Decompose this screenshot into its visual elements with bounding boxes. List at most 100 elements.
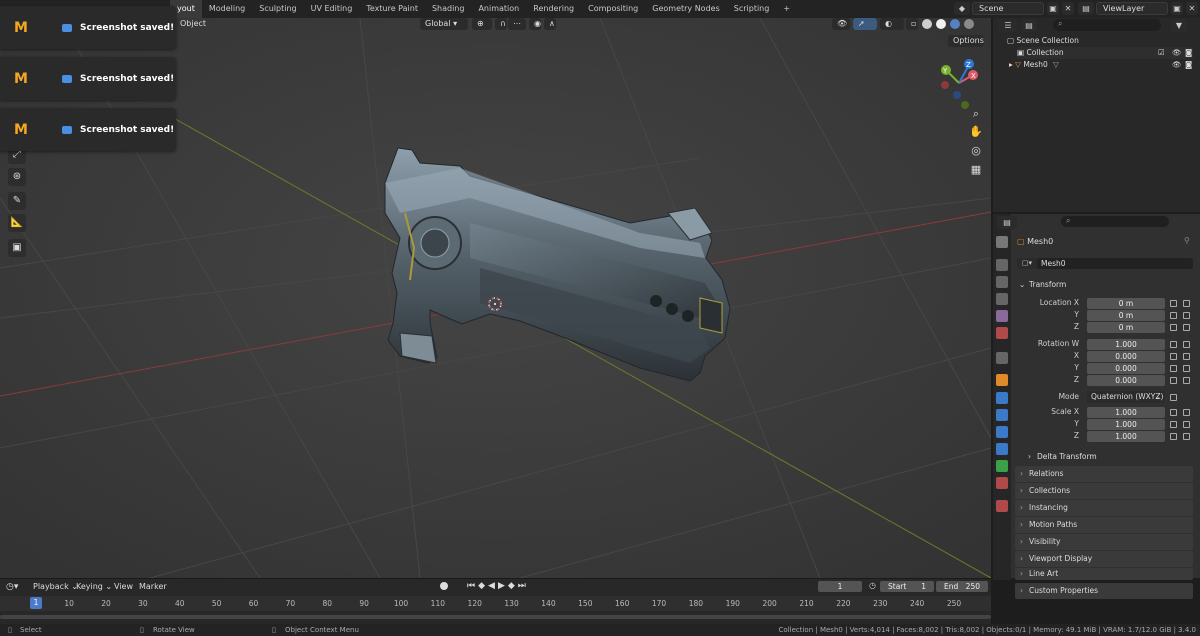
playback-menu[interactable]: Playback ⌄ <box>33 582 78 591</box>
checkbox-icon[interactable]: ☑ <box>1158 47 1165 59</box>
delete-scene-icon[interactable]: ✕ <box>1062 2 1074 15</box>
scene-selector-icon[interactable]: ◆ <box>954 2 970 15</box>
animate-icon[interactable] <box>1183 421 1190 428</box>
gizmo-toggle-icon[interactable]: ➚ <box>853 18 877 30</box>
toast-notification[interactable]: M Screenshot saved! <box>0 6 176 49</box>
object-browse-icon[interactable]: ▢▾ <box>1017 258 1037 269</box>
tab-shading[interactable]: Shading <box>425 0 472 18</box>
lock-icon[interactable] <box>1170 377 1177 384</box>
timeline-editor-icon[interactable]: ◷▾ <box>6 582 18 592</box>
animate-icon[interactable] <box>1183 312 1190 319</box>
data-tab-icon[interactable] <box>996 460 1008 472</box>
tab-rendering[interactable]: Rendering <box>526 0 581 18</box>
tab-scripting[interactable]: Scripting <box>727 0 777 18</box>
overlay-toggle-icon[interactable]: ◐ <box>880 18 904 30</box>
visibility-icon[interactable]: 👁 <box>832 18 850 30</box>
add-workspace-button[interactable]: + <box>776 0 797 18</box>
snap-target-icon[interactable]: ⋯ <box>508 18 526 30</box>
tab-compositing[interactable]: Compositing <box>581 0 645 18</box>
eye-icon[interactable]: 👁 <box>1172 59 1182 71</box>
tab-modeling[interactable]: Modeling <box>202 0 252 18</box>
animate-icon[interactable] <box>1183 433 1190 440</box>
animate-icon[interactable] <box>1170 394 1177 401</box>
object-menu[interactable]: Object <box>180 19 206 28</box>
measure-tool-icon[interactable]: 📐 <box>8 214 26 232</box>
view-layer-icon[interactable]: ▤ <box>1078 2 1094 15</box>
keying-menu[interactable]: Keying ⌄ <box>76 582 112 591</box>
pin-icon[interactable]: ⚲ <box>1184 236 1190 245</box>
playhead[interactable]: 1 <box>30 597 42 609</box>
solid-shading-icon[interactable] <box>936 19 946 29</box>
scale-z-field[interactable]: 1.000 <box>1087 431 1165 442</box>
current-frame-field[interactable]: 1 <box>818 581 862 592</box>
tab-sculpting[interactable]: Sculpting <box>252 0 303 18</box>
outliner-search-input[interactable]: ⌕ <box>1053 19 1161 31</box>
lock-icon[interactable] <box>1170 365 1177 372</box>
rotation-y-field[interactable]: 0.000 <box>1087 363 1165 374</box>
options-dropdown[interactable]: Options <box>948 35 984 47</box>
xray-icon[interactable]: ▫ <box>906 18 918 30</box>
lock-icon[interactable] <box>1170 341 1177 348</box>
proportional-edit-icon[interactable]: ◉ <box>529 18 541 30</box>
prev-keyframe-icon[interactable]: ◆ <box>478 581 488 591</box>
animate-icon[interactable] <box>1183 409 1190 416</box>
transform-panel-header[interactable]: ⌄ Transform <box>1015 278 1193 292</box>
camera-icon[interactable]: ◎ <box>968 143 984 159</box>
end-frame-field[interactable]: End 250 <box>936 581 988 592</box>
lock-icon[interactable] <box>1170 421 1177 428</box>
3d-viewport[interactable]: Object Global ▾ ⊕ ∩ ⋯ ◉ ∧ 👁 ➚ ◐ ▫ Option… <box>0 18 991 578</box>
tab-uv-editing[interactable]: UV Editing <box>304 0 360 18</box>
scene-name-field[interactable]: Scene <box>972 2 1044 15</box>
properties-search-input[interactable]: ⌕ <box>1061 216 1169 227</box>
pivot-icon[interactable]: ⊕ <box>472 18 492 30</box>
toast-notification[interactable]: M Screenshot saved! <box>0 57 176 100</box>
rotation-z-field[interactable]: 0.000 <box>1087 375 1165 386</box>
collections-panel-header[interactable]: Collections <box>1015 483 1193 499</box>
navigation-gizmo[interactable]: X Z Y <box>935 55 985 109</box>
perspective-icon[interactable]: ▦ <box>968 162 984 178</box>
lock-icon[interactable] <box>1170 433 1177 440</box>
transform-tool-icon[interactable]: ⊛ <box>8 168 26 186</box>
timeline-scrollbar[interactable] <box>0 615 991 619</box>
scene-collection-row[interactable]: ▢ Scene Collection <box>1007 35 1079 47</box>
marker-menu[interactable]: Marker <box>139 582 167 591</box>
output-tab-icon[interactable] <box>996 276 1008 288</box>
toast-notification[interactable]: M Screenshot saved! <box>0 108 176 151</box>
rotation-x-field[interactable]: 0.000 <box>1087 351 1165 362</box>
scale-y-field[interactable]: 1.000 <box>1087 419 1165 430</box>
location-y-field[interactable]: 0 m <box>1087 310 1165 321</box>
motion-paths-panel-header[interactable]: Motion Paths <box>1015 517 1193 533</box>
tab-animation[interactable]: Animation <box>471 0 526 18</box>
annotate-tool-icon[interactable]: ✎ <box>8 192 26 210</box>
location-z-field[interactable]: 0 m <box>1087 322 1165 333</box>
custom-properties-panel-header[interactable]: Custom Properties <box>1015 583 1193 599</box>
zoom-icon[interactable]: ⌕ <box>968 106 984 122</box>
delete-view-layer-icon[interactable]: ✕ <box>1186 2 1198 15</box>
rotation-mode-dropdown[interactable]: Quaternion (WXYZ) ⌄ <box>1087 391 1165 403</box>
add-cube-tool-icon[interactable]: ▣ <box>8 239 26 257</box>
delta-transform-header[interactable]: › Delta Transform <box>1025 450 1193 463</box>
constraints-tab-icon[interactable] <box>996 443 1008 455</box>
relations-panel-header[interactable]: Relations <box>1015 466 1193 482</box>
view-layer-field[interactable]: ViewLayer <box>1096 2 1168 15</box>
filter-icon[interactable]: ▼ <box>1171 19 1187 32</box>
animate-icon[interactable] <box>1183 377 1190 384</box>
texture-tab-icon[interactable] <box>996 500 1008 512</box>
tab-texture-paint[interactable]: Texture Paint <box>359 0 425 18</box>
jump-start-icon[interactable]: ⏮ <box>467 581 478 591</box>
falloff-icon[interactable]: ∧ <box>544 18 556 30</box>
record-icon[interactable] <box>440 582 448 590</box>
location-x-field[interactable]: 0 m <box>1087 298 1165 309</box>
lock-icon[interactable] <box>1170 312 1177 319</box>
play-reverse-icon[interactable]: ◀ <box>488 581 498 591</box>
tool-tab-icon[interactable] <box>996 236 1008 248</box>
orientation-dropdown[interactable]: Global ▾ <box>420 18 468 30</box>
new-scene-icon[interactable]: ▣ <box>1047 2 1059 15</box>
animate-icon[interactable] <box>1183 341 1190 348</box>
visibility-panel-header[interactable]: Visibility <box>1015 534 1193 550</box>
outliner-item-collection[interactable]: ▣ Collection ☑ 👁 ◙ <box>1017 47 1193 59</box>
editor-type-icon[interactable]: ☰ <box>999 19 1017 32</box>
lock-icon[interactable] <box>1170 300 1177 307</box>
animate-icon[interactable] <box>1183 365 1190 372</box>
play-icon[interactable]: ▶ <box>498 581 508 591</box>
